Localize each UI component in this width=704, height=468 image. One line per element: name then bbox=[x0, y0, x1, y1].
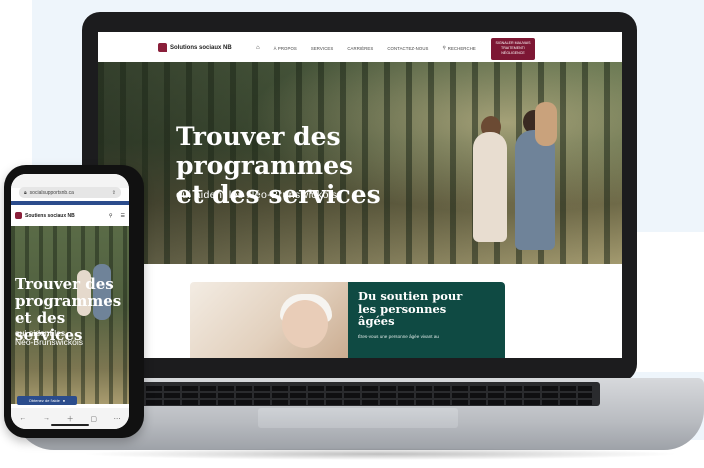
key-row bbox=[128, 393, 592, 398]
hero-title-line: Trouver des programmes bbox=[176, 122, 354, 180]
device-mockup-scene: Solutions sociaux NB ⌂ À PROPOS SERVICES… bbox=[0, 0, 704, 468]
phone-screen: 🔒︎ socialsupportsnb.ca ⇪ Soutiens sociau… bbox=[11, 174, 129, 429]
search-icon: ⚲ bbox=[442, 45, 446, 50]
home-icon[interactable]: ⌂ bbox=[256, 45, 260, 51]
brand-name: Solutions sociaux NB bbox=[170, 44, 232, 51]
forward-icon[interactable]: → bbox=[43, 415, 50, 422]
seniors-support-card[interactable]: Du soutien pour les personnes âgées Êtes… bbox=[190, 282, 505, 358]
phone-brand-name[interactable]: Soutiens sociaux NB bbox=[25, 213, 75, 219]
lock-icon: 🔒︎ bbox=[24, 189, 27, 196]
phone-title-line: Trouver des bbox=[15, 275, 114, 293]
get-help-button[interactable]: Obtenez de l'aide ● bbox=[17, 396, 77, 405]
nav-link-carrieres[interactable]: CARRIÈRES bbox=[347, 46, 373, 51]
back-icon[interactable]: ← bbox=[19, 415, 26, 422]
site-header: Solutions sociaux NB ⌂ À PROPOS SERVICES… bbox=[98, 32, 622, 62]
nav-link-services[interactable]: SERVICES bbox=[311, 46, 333, 51]
nav-link-contactez-nous[interactable]: CONTACTEZ-NOUS bbox=[387, 46, 428, 51]
laptop-screen: Solutions sociaux NB ⌂ À PROPOS SERVICES… bbox=[98, 32, 622, 358]
get-help-label: Obtenez de l'aide bbox=[28, 398, 60, 403]
chat-icon: ● bbox=[62, 398, 66, 403]
hero-banner: Trouver des programmes et des services q… bbox=[98, 62, 622, 264]
nav-link-a-propos[interactable]: À PROPOS bbox=[274, 46, 297, 51]
child-figure bbox=[535, 102, 557, 146]
share-icon[interactable]: ⇪ bbox=[112, 190, 116, 196]
plus-icon[interactable]: ＋ bbox=[67, 414, 74, 424]
phone-site-header: Soutiens sociaux NB ⚲ ☰ bbox=[11, 205, 129, 226]
person-body bbox=[515, 130, 555, 250]
phone-header-icons: ⚲ ☰ bbox=[109, 213, 125, 219]
more-icon[interactable]: ⋯ bbox=[114, 415, 121, 423]
phone-address-bar[interactable]: 🔒︎ socialsupportsnb.ca ⇪ bbox=[19, 187, 121, 198]
phone-subtitle-line: Néo-Brunswickois bbox=[15, 337, 84, 347]
report-neglect-button[interactable]: SIGNALER MAUVAIS TRAITEMENT/ NÉGLIGENCE bbox=[491, 38, 535, 60]
laptop-shadow bbox=[80, 448, 680, 460]
card-title: Du soutien pour les personnes âgées bbox=[358, 290, 488, 328]
phone-title-line: programmes bbox=[15, 292, 122, 310]
main-nav: ⌂ À PROPOS SERVICES CARRIÈRES CONTACTEZ-… bbox=[256, 45, 476, 51]
site-logo[interactable]: Solutions sociaux NB bbox=[158, 43, 232, 52]
brand-mark-icon bbox=[15, 212, 22, 219]
search-icon[interactable]: ⚲ bbox=[109, 213, 113, 219]
key-row bbox=[128, 400, 592, 405]
cta-line: NÉGLIGENCE bbox=[501, 51, 525, 55]
brand-mark-icon bbox=[158, 43, 167, 52]
hero-subtitle: qui aident les Néo-Brunswickois bbox=[176, 189, 338, 201]
card-title-line: âgées bbox=[358, 314, 395, 328]
menu-icon[interactable]: ☰ bbox=[121, 213, 125, 219]
phone-url: socialsupportsnb.ca bbox=[29, 189, 74, 196]
card-title-line: Du soutien pour bbox=[358, 289, 463, 303]
card-text: Êtes-vous une personne âgée vivant au bbox=[358, 333, 439, 339]
phone-hero-subtitle: qui aident les Néo-Brunswickois bbox=[15, 329, 115, 347]
key-row bbox=[128, 386, 592, 391]
photo-face bbox=[282, 300, 328, 348]
search-label: RECHERCHE bbox=[447, 45, 476, 51]
trackpad bbox=[258, 408, 458, 428]
phone-status-bar bbox=[11, 174, 129, 188]
card-panel: Du soutien pour les personnes âgées Êtes… bbox=[348, 282, 505, 358]
card-photo bbox=[190, 282, 350, 358]
phone-home-indicator bbox=[51, 424, 89, 426]
tabs-icon[interactable]: ▢ bbox=[90, 415, 97, 423]
nav-search[interactable]: ⚲ RECHERCHE bbox=[443, 45, 476, 51]
